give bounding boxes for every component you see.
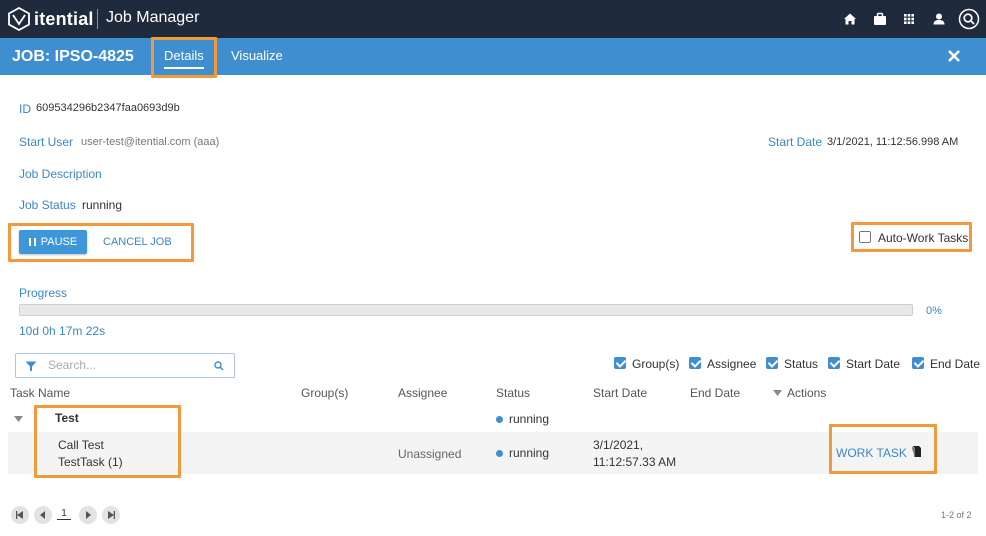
next-page-icon: [86, 511, 91, 519]
task-status-text: running: [509, 446, 550, 460]
home-icon[interactable]: [840, 9, 860, 29]
status-dot-icon: [496, 450, 503, 458]
pager-range: 1-2 of 2: [941, 510, 972, 520]
progress-label: Progress: [19, 286, 68, 300]
pause-button[interactable]: PAUSE: [19, 230, 87, 254]
column-header-assignee[interactable]: Assignee: [398, 386, 447, 400]
job-description-label: Job Description: [19, 167, 102, 181]
first-page-button[interactable]: [11, 506, 29, 524]
close-icon[interactable]: [946, 48, 962, 64]
start-date-value: 3/1/2021, 11:12:56.998 AM: [827, 136, 959, 148]
column-header-status[interactable]: Status: [496, 386, 530, 400]
current-page[interactable]: 1: [57, 508, 71, 520]
column-toggle-status[interactable]: [766, 357, 778, 369]
group-status: running: [496, 412, 549, 426]
task-name-line1: Call Test: [58, 438, 104, 452]
job-title: JOB: IPSO-4825: [12, 48, 134, 65]
clipboard-icon[interactable]: [911, 445, 922, 458]
start-date-label: Start Date: [768, 135, 823, 149]
column-header-end-date[interactable]: End Date: [690, 386, 740, 400]
filter-icon: [25, 361, 37, 371]
column-toggle-assignee[interactable]: [689, 357, 701, 369]
task-search-box: [15, 353, 235, 378]
status-dot-icon: [496, 416, 503, 424]
next-page-button[interactable]: [79, 506, 97, 524]
user-icon[interactable]: [929, 9, 949, 29]
job-status-value: running: [82, 198, 123, 212]
column-header-actions: Actions: [787, 386, 827, 400]
last-page-button[interactable]: [102, 506, 120, 524]
brand-name: itential: [34, 9, 94, 29]
pause-button-label: PAUSE: [40, 236, 78, 248]
pause-icon: [28, 238, 36, 246]
app-title: Job Manager: [106, 9, 200, 26]
search-icon[interactable]: [958, 8, 980, 30]
column-header-start-date[interactable]: Start Date: [593, 386, 647, 400]
column-toggle-end-date-label: End Date: [930, 357, 981, 371]
column-toggle-groups[interactable]: [614, 357, 626, 369]
collapse-icon[interactable]: [14, 416, 23, 422]
tab-visualize[interactable]: Visualize: [231, 48, 283, 63]
start-user-value: user-test@itential.com (aaa): [81, 136, 220, 148]
cancel-job-button[interactable]: CANCEL JOB: [103, 236, 172, 248]
work-task-button[interactable]: WORK TASK: [836, 446, 907, 460]
column-toggle-start-date-label: Start Date: [846, 357, 901, 371]
auto-work-label: Auto-Work Tasks: [878, 231, 969, 245]
job-header-bar: [0, 38, 986, 75]
job-status-label: Job Status: [19, 198, 76, 212]
table-row: [8, 432, 978, 474]
task-start-line2: 11:12:57.33 AM: [593, 455, 677, 469]
briefcase-icon[interactable]: [870, 9, 890, 29]
progress-bar: [19, 304, 913, 316]
caret-down-icon[interactable]: [773, 390, 782, 396]
column-header-groups[interactable]: Group(s): [301, 386, 348, 400]
prev-page-icon: [40, 511, 45, 519]
last-page-icon: [108, 511, 115, 519]
start-user-label: Start User: [19, 135, 74, 149]
brand-divider: [97, 9, 98, 29]
tab-details[interactable]: Details: [164, 48, 204, 69]
group-status-text: running: [509, 412, 550, 426]
column-toggle-start-date[interactable]: [828, 357, 840, 369]
task-assignee: Unassigned: [398, 447, 462, 461]
first-page-icon: [16, 511, 23, 519]
auto-work-checkbox[interactable]: [859, 231, 871, 243]
prev-page-button[interactable]: [34, 506, 52, 524]
column-toggle-groups-label: Group(s): [632, 357, 680, 371]
id-label: ID: [19, 102, 31, 116]
task-start-line1: 3/1/2021,: [593, 438, 644, 452]
column-toggle-assignee-label: Assignee: [707, 357, 757, 371]
column-toggle-end-date[interactable]: [912, 357, 924, 369]
id-value: 609534296b2347faa0693d9b: [36, 102, 180, 114]
search-icon[interactable]: [214, 361, 224, 371]
column-toggle-status-label: Status: [784, 357, 819, 371]
group-name: Test: [55, 411, 79, 425]
search-input[interactable]: [48, 358, 198, 372]
task-name-line2: TestTask (1): [58, 455, 123, 469]
itential-logo-icon: [8, 7, 30, 31]
progress-percent: 0%: [926, 305, 942, 317]
table-group-row[interactable]: [0, 404, 986, 432]
column-header-task-name[interactable]: Task Name: [10, 386, 70, 400]
apps-grid-icon[interactable]: [899, 9, 919, 29]
task-status: running: [496, 446, 549, 460]
elapsed-time: 10d 0h 17m 22s: [19, 324, 106, 338]
